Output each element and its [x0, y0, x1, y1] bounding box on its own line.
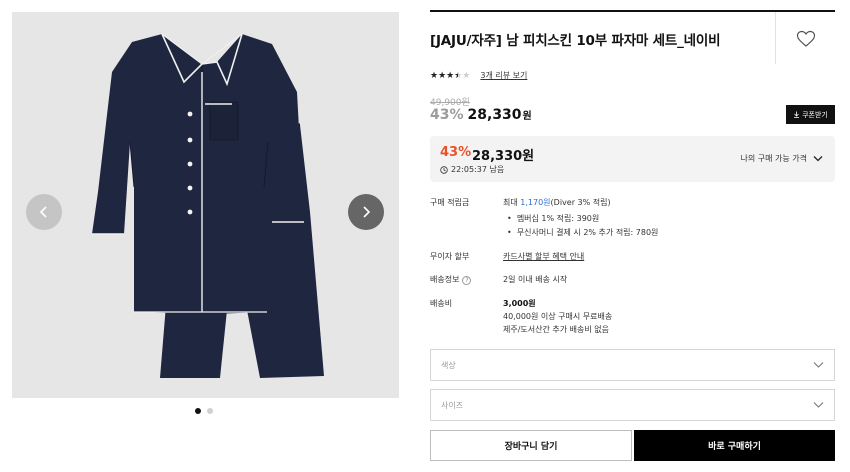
chevron-down-icon	[813, 362, 824, 368]
my-price-label: 나의 구매 가능 가격	[740, 154, 807, 163]
promo-timer: 22:05:37 남음	[440, 164, 504, 175]
buy-now-button[interactable]: 바로 구매하기	[634, 430, 835, 461]
heart-icon	[796, 30, 816, 47]
my-price-box: 43% 28,330원 22:05:37 남음 나의 구매 가능 가격	[430, 136, 835, 182]
coupon-button[interactable]: 쿠폰받기	[786, 105, 835, 124]
color-select[interactable]: 색상	[430, 349, 835, 381]
installment-label: 무이자 할부	[430, 252, 470, 261]
points-value: 최대 1,170원(Diver 3% 적립)	[503, 198, 611, 207]
size-select[interactable]: 사이즈	[430, 389, 835, 421]
wishlist-button[interactable]	[796, 30, 816, 48]
coupon-button-label: 쿠폰받기	[802, 110, 828, 119]
color-select-placeholder: 색상	[441, 361, 456, 370]
points-bullet: • 멤버십 1% 적립: 390원	[507, 214, 600, 223]
help-icon[interactable]: ?	[462, 276, 472, 285]
gallery-pagination	[195, 408, 213, 414]
download-icon	[794, 111, 800, 118]
shipping-fee-label: 배송비	[430, 299, 453, 308]
points-amount: 1,170원	[520, 198, 551, 207]
product-image	[92, 33, 324, 378]
chevron-left-icon	[39, 206, 47, 218]
chevron-right-icon	[363, 206, 371, 218]
clock-icon	[440, 165, 448, 174]
installment-link[interactable]: 카드사별 할부 혜택 안내	[503, 251, 584, 262]
gallery-dot-1[interactable]	[195, 408, 201, 414]
star-rating: ★★★★★★	[430, 70, 471, 81]
product-image-gallery	[12, 12, 399, 398]
my-price-toggle[interactable]: 나의 구매 가능 가격	[740, 153, 823, 164]
gallery-prev-button[interactable]	[26, 194, 62, 230]
review-link[interactable]: 3개 리뷰 보기	[480, 70, 527, 81]
product-title: [JAJU/자주] 남 피치스킨 10부 파자마 세트_네이비	[430, 33, 721, 49]
shipping-fee-amount: 3,000원	[503, 299, 536, 308]
add-to-cart-button[interactable]: 장바구니 담기	[430, 430, 632, 461]
gallery-dot-2[interactable]	[207, 408, 213, 414]
points-label: 구매 적립금	[430, 198, 470, 207]
promo-price: 28,330원	[472, 149, 535, 164]
timer-text: 22:05:37 남음	[451, 165, 505, 174]
divider	[775, 12, 776, 64]
shipping-fee-note: 40,000원 이상 구매시 무료배송	[503, 312, 613, 321]
product-info-panel: [JAJU/자주] 남 피치스킨 10부 파자마 세트_네이비 ★★★★★★ 3…	[430, 0, 835, 472]
chevron-down-icon	[813, 402, 824, 408]
promo-discount: 43%	[440, 145, 472, 160]
shipping-label: 배송정보?	[430, 274, 472, 285]
size-select-placeholder: 사이즈	[441, 401, 464, 410]
shipping-value: 2일 이내 배송 시작	[503, 275, 568, 284]
shipping-fee-note: 제주/도서산간 추가 배송비 없음	[503, 325, 610, 334]
points-bullet: • 무신사머니 결제 시 2% 추가 적립: 780원	[507, 228, 659, 237]
gallery-next-button[interactable]	[348, 194, 384, 230]
discount-rate: 43%	[430, 107, 464, 123]
rating-row: ★★★★★★ 3개 리뷰 보기	[430, 70, 527, 81]
price-row: 43% 28,330 원	[430, 107, 532, 123]
sale-price: 28,330	[467, 107, 522, 123]
price-unit: 원	[522, 111, 532, 122]
chevron-down-icon	[813, 156, 823, 162]
